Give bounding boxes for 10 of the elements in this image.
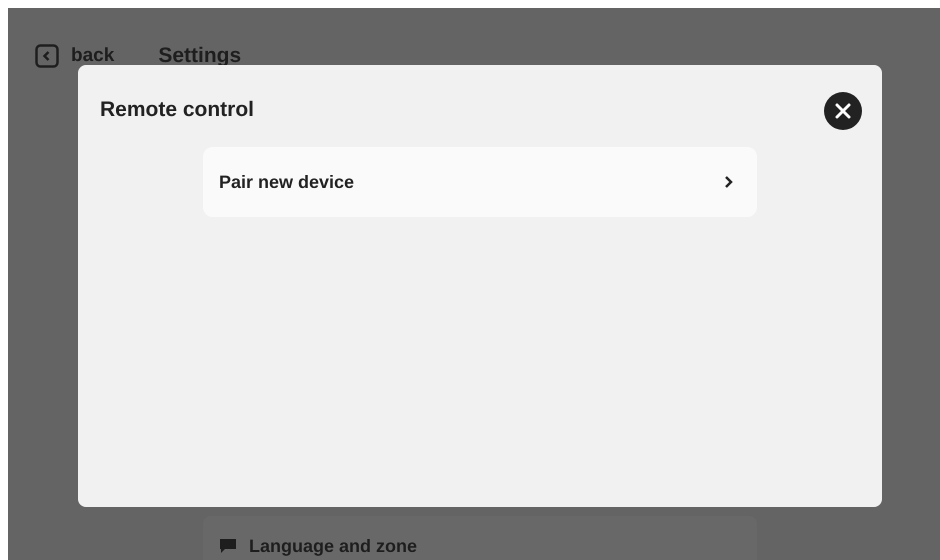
menu-item[interactable]: Pair new device: [203, 147, 757, 217]
settings-item[interactable]: Language and zone: [203, 516, 757, 560]
close-button[interactable]: [824, 92, 862, 130]
back-button[interactable]: back: [35, 42, 114, 70]
page-title: Settings: [158, 43, 242, 70]
dialog-title: Remote control: [100, 97, 254, 123]
close-icon: [835, 103, 851, 119]
chevron-left-icon: [35, 44, 59, 68]
speech-bubble-icon: [219, 538, 237, 554]
chevron-right-icon: [724, 175, 733, 189]
